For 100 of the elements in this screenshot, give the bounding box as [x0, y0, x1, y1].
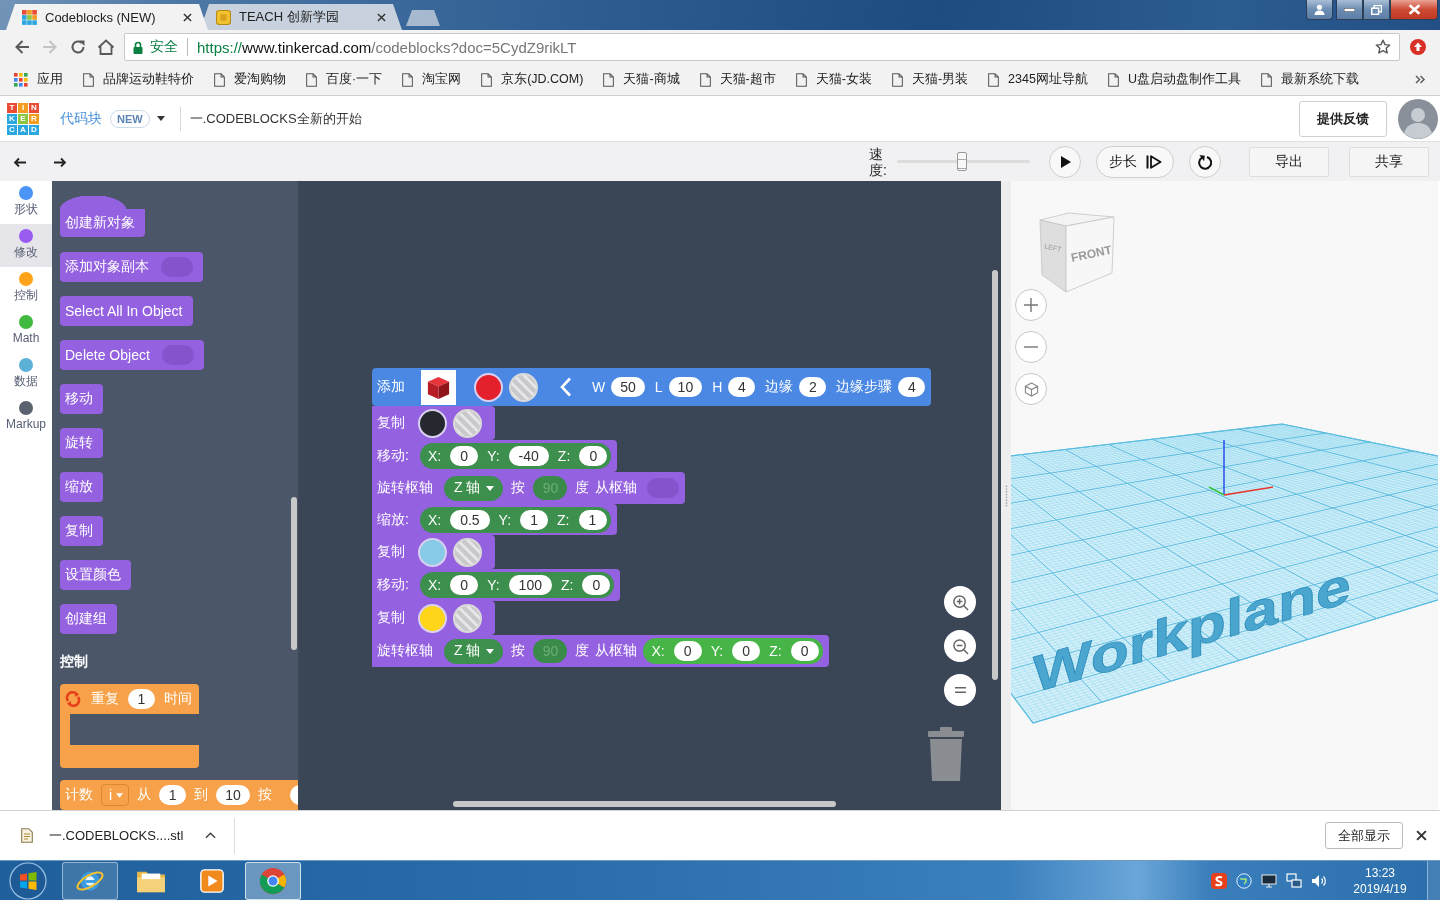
reset-button[interactable]: [1189, 145, 1221, 178]
bookmark-item[interactable]: U盘启动盘制作工具: [1107, 71, 1241, 88]
number-field[interactable]: 1: [128, 689, 155, 709]
globe-icon[interactable]: [1236, 872, 1252, 889]
bookmark-item[interactable]: 天猫-超市: [699, 71, 776, 88]
product-menu[interactable]: 代码块 NEW: [60, 109, 165, 128]
arrow-up-circle-icon[interactable]: [1410, 39, 1426, 55]
number-field[interactable]: 10: [216, 785, 250, 805]
color-swatch-icon[interactable]: [474, 372, 503, 402]
code-block[interactable]: 移动: X: 0 Y: -40 Z: 0: [372, 440, 618, 472]
avatar-icon[interactable]: [1398, 98, 1438, 139]
code-block[interactable]: 移动: [60, 384, 103, 414]
close-icon[interactable]: [1416, 830, 1427, 841]
color-swatch-icon[interactable]: [418, 537, 447, 567]
scrollbar[interactable]: [291, 497, 297, 650]
code-block[interactable]: 创建新对象: [60, 196, 145, 237]
repeat-block[interactable]: 重复 1 时间: [60, 684, 199, 768]
app-logo[interactable]: T I N K E R C A D: [7, 102, 39, 135]
number-field[interactable]: 0.5: [450, 509, 490, 530]
bookmark-item[interactable]: 应用: [14, 71, 63, 88]
address-field[interactable]: 安全 https://www.tinkercad.com/codeblocks?doc=5CydZ9rikLT: [124, 33, 1400, 61]
vector-block[interactable]: X: 0 Y: 100 Z: 0: [419, 572, 615, 598]
code-block[interactable]: 复制: [60, 516, 103, 546]
vector-block[interactable]: X: 0 Y: 0 Z: 0: [643, 638, 823, 664]
bookmark-item[interactable]: 天猫-男装: [891, 71, 969, 88]
user-button[interactable]: [1306, 0, 1333, 20]
restore-button[interactable]: [1363, 0, 1390, 20]
code-block[interactable]: 添加对象副本: [60, 252, 203, 282]
bookmark-item[interactable]: 淘宝网: [402, 71, 462, 88]
bookmark-item[interactable]: 天猫-女装: [795, 71, 872, 88]
zoom-out-button[interactable]: [944, 630, 976, 662]
scrollbar[interactable]: [992, 270, 998, 680]
number-field[interactable]: -40: [508, 446, 549, 466]
code-block[interactable]: 复制: [372, 406, 495, 440]
striped-swatch-icon[interactable]: [453, 537, 482, 567]
number-field[interactable]: 1: [520, 509, 549, 530]
code-block[interactable]: 创建组: [60, 604, 117, 634]
code-block[interactable]: 设置颜色: [60, 560, 131, 590]
play-button[interactable]: [1049, 145, 1081, 178]
caret-up-icon[interactable]: [205, 832, 217, 839]
bookmark-item[interactable]: 最新系统下载: [1260, 71, 1359, 88]
bookmark-item[interactable]: 京东(JD.COM): [481, 71, 584, 88]
number-field[interactable]: 0: [450, 446, 479, 466]
star-icon[interactable]: [1375, 39, 1391, 55]
color-swatch-icon[interactable]: [418, 603, 447, 633]
number-field[interactable]: 4: [728, 377, 756, 397]
close-icon[interactable]: [183, 12, 192, 22]
number-field[interactable]: 0: [582, 575, 611, 595]
code-block[interactable]: 复制: [372, 601, 495, 635]
home-view-button[interactable]: [1015, 373, 1047, 405]
number-field[interactable]: 50: [611, 377, 645, 397]
category-item[interactable]: 数据: [0, 353, 52, 396]
start-button[interactable]: [8, 861, 48, 900]
color-swatch-icon[interactable]: [418, 408, 447, 438]
network-icon[interactable]: [1286, 872, 1302, 889]
bookmark-item[interactable]: 天猫-商城: [603, 71, 680, 88]
bookmark-item[interactable]: 爱淘购物: [214, 71, 286, 88]
number-field[interactable]: 0: [673, 641, 702, 661]
reset-zoom-button[interactable]: [944, 674, 976, 706]
show-all-button[interactable]: 全部显示: [1325, 822, 1403, 849]
new-tab-button[interactable]: [406, 10, 440, 26]
code-block[interactable]: Delete Object: [60, 340, 204, 370]
code-block[interactable]: 复制: [372, 535, 495, 569]
striped-swatch-icon[interactable]: [453, 408, 482, 438]
number-field[interactable]: 0: [732, 641, 761, 661]
number-field[interactable]: 100: [508, 575, 552, 595]
number-field[interactable]: 0: [579, 446, 608, 466]
category-item[interactable]: Math: [0, 310, 52, 353]
export-button[interactable]: 导出: [1249, 146, 1329, 177]
cube-icon[interactable]: [421, 369, 456, 405]
category-item[interactable]: 形状: [0, 181, 52, 224]
number-field[interactable]: 0: [450, 575, 479, 595]
bookmark-item[interactable]: 2345网址导航: [988, 71, 1088, 88]
axis-dropdown[interactable]: Z 轴: [444, 475, 504, 501]
swirl-tile-icon[interactable]: [1211, 872, 1227, 889]
slider-thumb[interactable]: [957, 152, 968, 171]
number-field[interactable]: 10: [668, 377, 703, 397]
step-button[interactable]: 步长: [1096, 145, 1174, 178]
number-field[interactable]: 1: [159, 785, 187, 805]
axis-dropdown[interactable]: Z 轴: [444, 638, 504, 664]
scrollbar[interactable]: [453, 801, 836, 807]
number-field[interactable]: 1: [578, 509, 607, 530]
feedback-button[interactable]: 提供反馈: [1299, 100, 1387, 137]
striped-swatch-icon[interactable]: [453, 603, 482, 633]
share-button[interactable]: 共享: [1349, 146, 1429, 177]
vector-block[interactable]: X: 0.5 Y: 1 Z: 1: [419, 506, 611, 533]
browser-tab[interactable]: Codeblocks (NEW): [6, 4, 208, 30]
chevron-double-right-icon[interactable]: [1415, 75, 1426, 84]
code-block[interactable]: 缩放: X: 0.5 Y: 1 Z: 1: [372, 504, 617, 535]
bookmark-item[interactable]: 百度·一下: [306, 71, 383, 88]
code-block[interactable]: 缩放: [60, 472, 103, 502]
number-field[interactable]: 4: [898, 377, 926, 397]
code-block[interactable]: 旋转: [60, 428, 103, 458]
monitor-icon[interactable]: [1261, 872, 1277, 889]
close-window-button[interactable]: [1390, 0, 1438, 20]
bookmark-item[interactable]: 品牌运动鞋特价: [83, 71, 194, 88]
category-item[interactable]: 修改: [0, 224, 52, 267]
code-block[interactable]: 移动: X: 0 Y: 100 Z: 0: [372, 569, 621, 601]
minimize-button[interactable]: [1336, 0, 1363, 20]
code-block[interactable]: 添加 W 50 L 10 H 4 边缘 2 边缘步骤 4: [372, 368, 932, 406]
